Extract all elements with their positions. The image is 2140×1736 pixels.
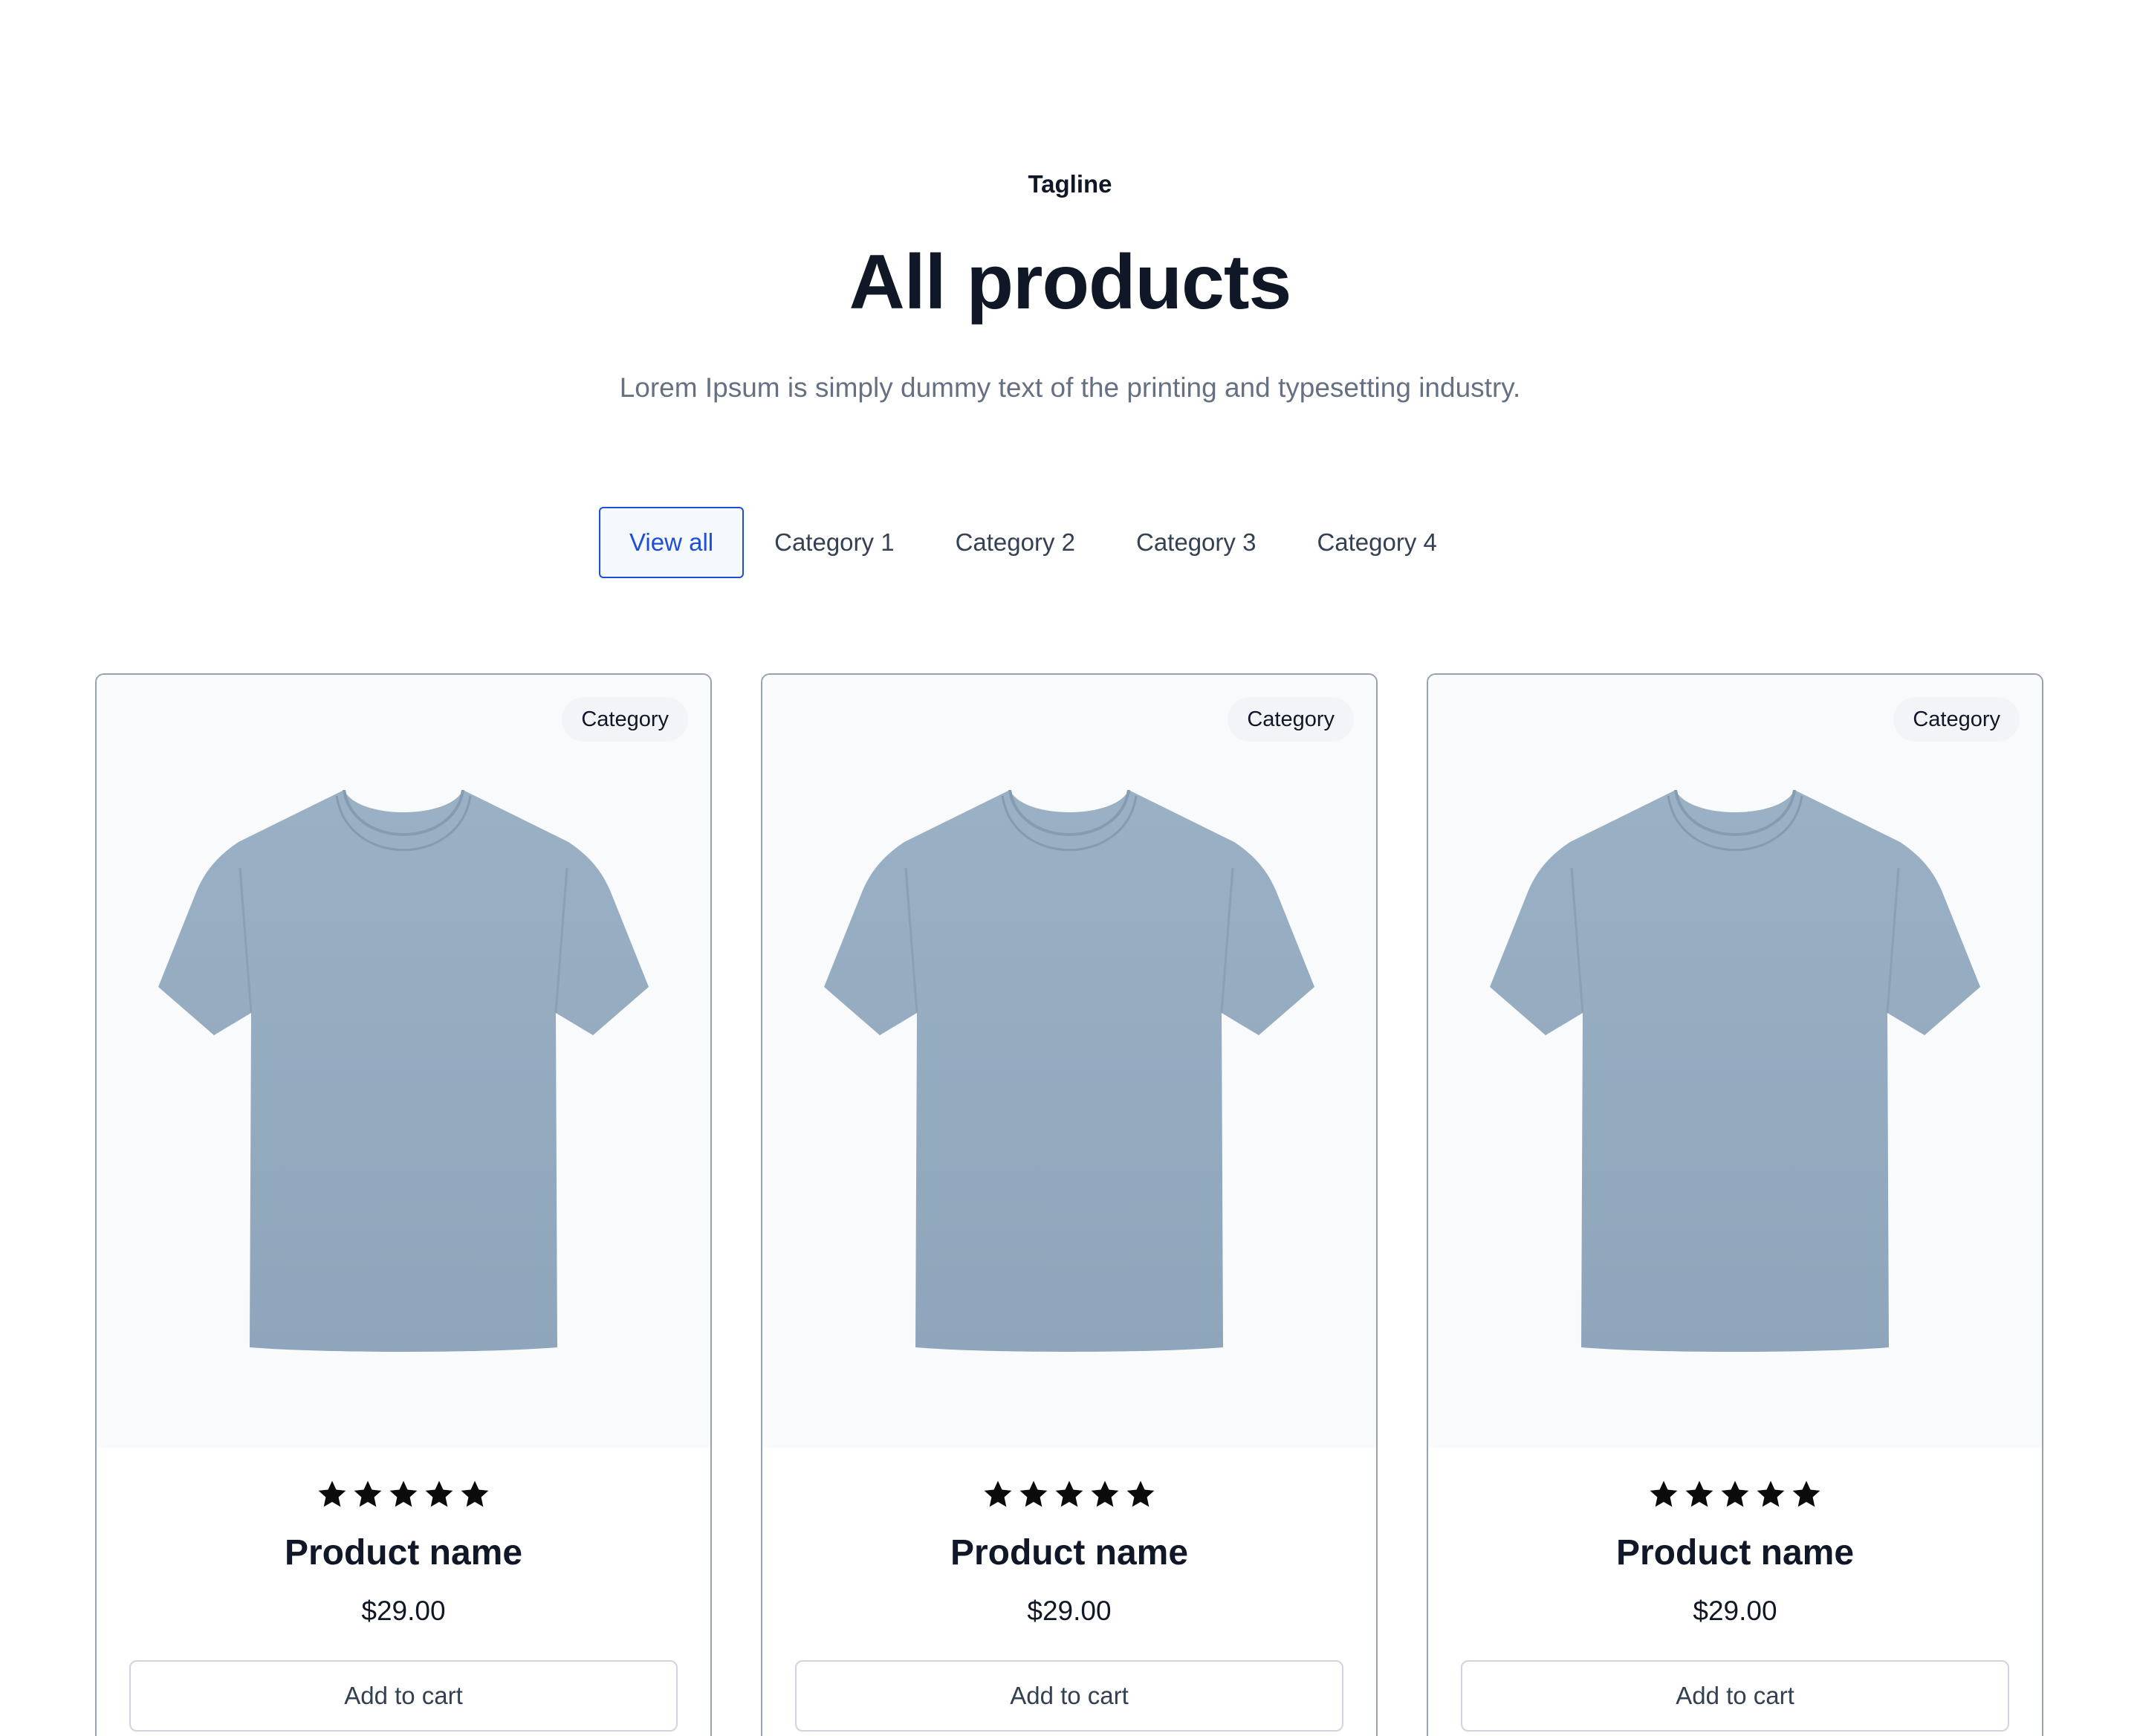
star-icon [1755,1479,1786,1510]
tab-category-3[interactable]: Category 3 [1106,507,1286,578]
product-price: $29.00 [1693,1596,1777,1626]
category-badge: Category [1228,697,1354,742]
product-name[interactable]: Product name [1428,1531,2042,1575]
tab-category-2[interactable]: Category 2 [925,507,1106,578]
tab-view-all[interactable]: View all [599,507,745,578]
tab-category-1[interactable]: Category 1 [744,507,924,578]
product-info: Product name $29.00 Add to cart [762,1448,1376,1732]
star-icon [459,1479,490,1510]
star-rating [762,1479,1376,1512]
star-icon [1719,1479,1751,1510]
star-rating [97,1479,710,1512]
product-card[interactable]: Category Product name $29.00 Add to cart [761,673,1378,1736]
product-name[interactable]: Product name [762,1531,1376,1575]
product-image-area[interactable]: Category [1428,675,2042,1448]
add-to-cart-button[interactable]: Add to cart [129,1660,678,1732]
tshirt-image [1490,790,1980,1355]
product-price: $29.00 [1027,1596,1112,1626]
section-header: Tagline All products Lorem Ipsum is simp… [0,166,2140,407]
tagline: Tagline [1028,170,1112,198]
product-grid: Category Product name $29.00 Add to cart [95,673,2043,1736]
star-icon [424,1479,455,1510]
product-info: Product name $29.00 Add to cart [1428,1448,2042,1732]
star-icon [388,1479,419,1510]
tshirt-image [158,790,649,1355]
star-icon [1684,1479,1715,1510]
category-badge: Category [562,697,688,742]
product-image-area[interactable]: Category [762,675,1376,1448]
product-listing-page: Tagline All products Lorem Ipsum is simp… [0,0,2140,1736]
page-title: All products [849,239,1292,326]
star-icon [352,1479,383,1510]
star-icon [1089,1479,1121,1510]
star-icon [1018,1479,1049,1510]
add-to-cart-button[interactable]: Add to cart [795,1660,1343,1732]
product-name[interactable]: Product name [97,1531,710,1575]
page-subtitle: Lorem Ipsum is simply dummy text of the … [619,372,1521,403]
star-icon [1125,1479,1156,1510]
star-icon [317,1479,348,1510]
star-icon [1791,1479,1822,1510]
star-icon [1054,1479,1085,1510]
category-badge: Category [1893,697,2020,742]
star-icon [982,1479,1014,1510]
star-icon [1648,1479,1679,1510]
product-card[interactable]: Category Product name $29.00 Add to cart [95,673,712,1736]
tshirt-image [824,790,1314,1355]
product-info: Product name $29.00 Add to cart [97,1448,710,1732]
category-tabs: View all Category 1 Category 2 Category … [599,507,1468,578]
add-to-cart-button[interactable]: Add to cart [1461,1660,2009,1732]
star-rating [1428,1479,2042,1512]
tab-category-4[interactable]: Category 4 [1286,507,1467,578]
product-card[interactable]: Category Product name $29.00 Add to cart [1427,673,2043,1736]
product-image-area[interactable]: Category [97,675,710,1448]
product-price: $29.00 [361,1596,446,1626]
